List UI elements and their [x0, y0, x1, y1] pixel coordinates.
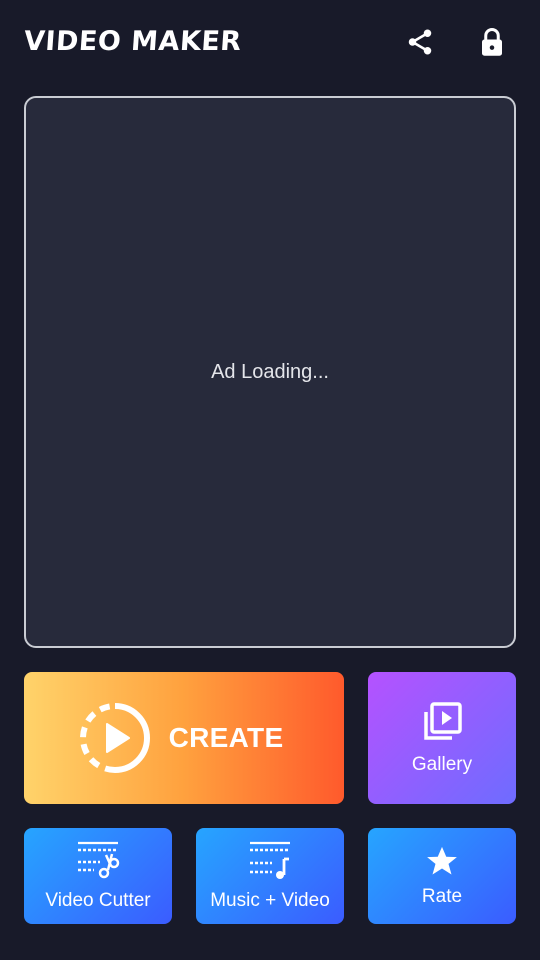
lock-icon	[482, 28, 502, 56]
video-library-icon	[424, 702, 462, 740]
rate-label: Rate	[421, 886, 463, 907]
share-icon	[408, 29, 432, 55]
lock-button[interactable]	[474, 24, 510, 60]
gallery-label: Gallery	[411, 754, 473, 775]
music-video-label: Music + Video	[210, 890, 330, 911]
rate-button[interactable]: Rate	[368, 828, 516, 924]
music-video-button[interactable]: Music + Video	[196, 828, 344, 924]
ad-loading-text: Ad Loading...	[211, 360, 329, 383]
top-bar: VIDEO MAKER	[0, 0, 540, 86]
video-cutter-label: Video Cutter	[45, 890, 151, 911]
create-label: CREATE	[168, 722, 284, 753]
gallery-button[interactable]: Gallery	[368, 672, 516, 804]
video-cut-icon	[78, 841, 120, 879]
create-button[interactable]: CREATE	[24, 672, 344, 804]
share-button[interactable]	[402, 24, 438, 60]
music-video-icon	[250, 841, 290, 879]
app-title: VIDEO MAKER	[22, 26, 243, 57]
video-cutter-button[interactable]: Video Cutter	[24, 828, 172, 924]
ad-container[interactable]: Ad Loading...	[24, 96, 516, 648]
star-icon	[427, 846, 457, 875]
play-circle-icon	[79, 703, 150, 773]
